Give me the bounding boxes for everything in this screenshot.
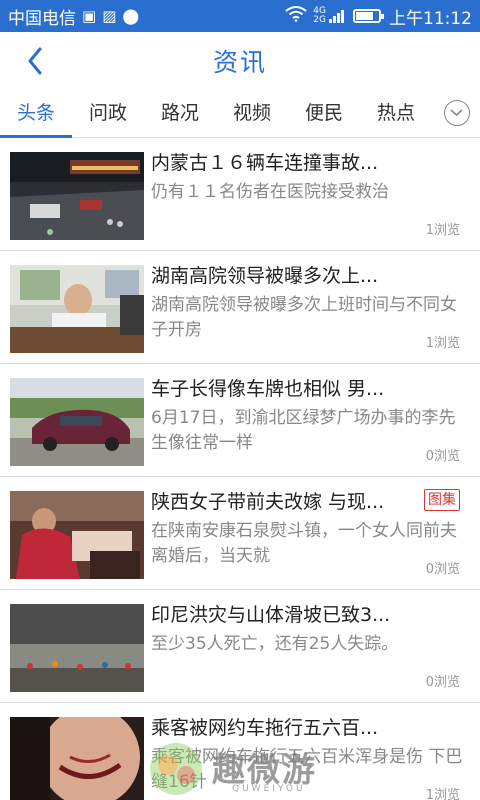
watermark-subtext: QUWEIYOU xyxy=(232,784,306,794)
tab-video[interactable]: 视频 xyxy=(216,90,288,138)
news-item[interactable]: 内蒙古１６辆车连撞事故... 仍有１１名伤者在医院接受救治 1浏览 xyxy=(0,138,480,251)
app-header: 资讯 xyxy=(0,32,480,90)
clock: 上午11:12 xyxy=(389,8,472,29)
news-list: 内蒙古１６辆车连撞事故... 仍有１１名伤者在医院接受救治 1浏览 湖南高院领导… xyxy=(0,138,480,800)
tab-inquiry[interactable]: 问政 xyxy=(72,90,144,138)
gallery-tag: 图集 xyxy=(424,489,460,511)
view-count: 1浏览 xyxy=(425,223,460,238)
news-summary: 湖南高院领导被曝多次上班时间与不同女子开房 xyxy=(151,295,457,340)
news-summary: 至少35人死亡，还有25人失踪。 xyxy=(151,634,399,654)
news-summary: 仍有１１名伤者在医院接受救治 xyxy=(151,182,389,202)
chevron-left-icon xyxy=(28,47,42,75)
back-button[interactable] xyxy=(22,44,52,78)
tab-hot[interactable]: 热点 xyxy=(360,90,432,138)
news-thumbnail xyxy=(10,378,144,466)
news-headline: 湖南高院领导被曝多次上... xyxy=(151,265,379,287)
expand-tabs-button[interactable] xyxy=(444,100,470,126)
image-icon: ▨ xyxy=(102,7,117,25)
page-title: 资讯 xyxy=(212,48,267,77)
view-count: 0浏览 xyxy=(425,675,460,690)
news-thumbnail xyxy=(10,604,144,692)
news-thumbnail xyxy=(10,265,144,353)
news-item[interactable]: 湖南高院领导被曝多次上... 湖南高院领导被曝多次上班时间与不同女子开房 1浏览 xyxy=(0,251,480,364)
network-type-indicator: 4G 2G xyxy=(313,7,326,25)
view-count: 1浏览 xyxy=(425,788,460,800)
chevron-down-icon xyxy=(450,109,463,117)
tab-services[interactable]: 便民 xyxy=(288,90,360,138)
news-summary: 在陕南安康石泉熨斗镇，一个女人同前夫离婚后，当天就 xyxy=(151,521,457,566)
tab-headlines[interactable]: 头条 xyxy=(0,90,72,138)
carrier-label: 中国电信 xyxy=(8,8,76,29)
status-bar: 中国电信 ▣ ▨ ⬤ 4G 2G 上午11:12 xyxy=(0,0,480,32)
news-summary: 6月17日，到渝北区绿梦广场办事的李先生像往常一样 xyxy=(151,408,456,453)
watermark-logo: 趣微游 QUWEIYOU xyxy=(142,735,342,800)
battery-icon xyxy=(353,9,384,23)
location-icon: ⬤ xyxy=(122,7,140,25)
news-headline: 车子长得像车牌也相似 男... xyxy=(151,378,385,400)
news-item[interactable]: 车子长得像车牌也相似 男... 6月17日，到渝北区绿梦广场办事的李先生像往常一… xyxy=(0,364,480,477)
wifi-icon xyxy=(285,6,307,26)
logo-icon xyxy=(150,743,202,795)
view-count: 0浏览 xyxy=(425,562,460,577)
news-headline: 内蒙古１６辆车连撞事故... xyxy=(151,152,379,174)
notification-icon: ▣ xyxy=(82,7,97,25)
view-count: 1浏览 xyxy=(425,336,460,351)
tab-traffic[interactable]: 路况 xyxy=(144,90,216,138)
news-thumbnail xyxy=(10,152,144,240)
category-tabs: 头条 问政 路况 视频 便民 热点 xyxy=(0,90,480,138)
signal-icon xyxy=(329,9,345,23)
news-thumbnail xyxy=(10,491,144,579)
news-headline: 印尼洪灾与山体滑坡已致3... xyxy=(151,604,391,626)
view-count: 0浏览 xyxy=(425,449,460,464)
news-headline: 陕西女子带前夫改嫁 与现... xyxy=(151,491,385,513)
network-bottom-label: 2G xyxy=(313,15,326,25)
news-thumbnail xyxy=(10,717,144,800)
news-item[interactable]: 印尼洪灾与山体滑坡已致3... 至少35人死亡，还有25人失踪。 0浏览 xyxy=(0,590,480,703)
news-item[interactable]: 陕西女子带前夫改嫁 与现... 图集 在陕南安康石泉熨斗镇，一个女人同前夫离婚后… xyxy=(0,477,480,590)
